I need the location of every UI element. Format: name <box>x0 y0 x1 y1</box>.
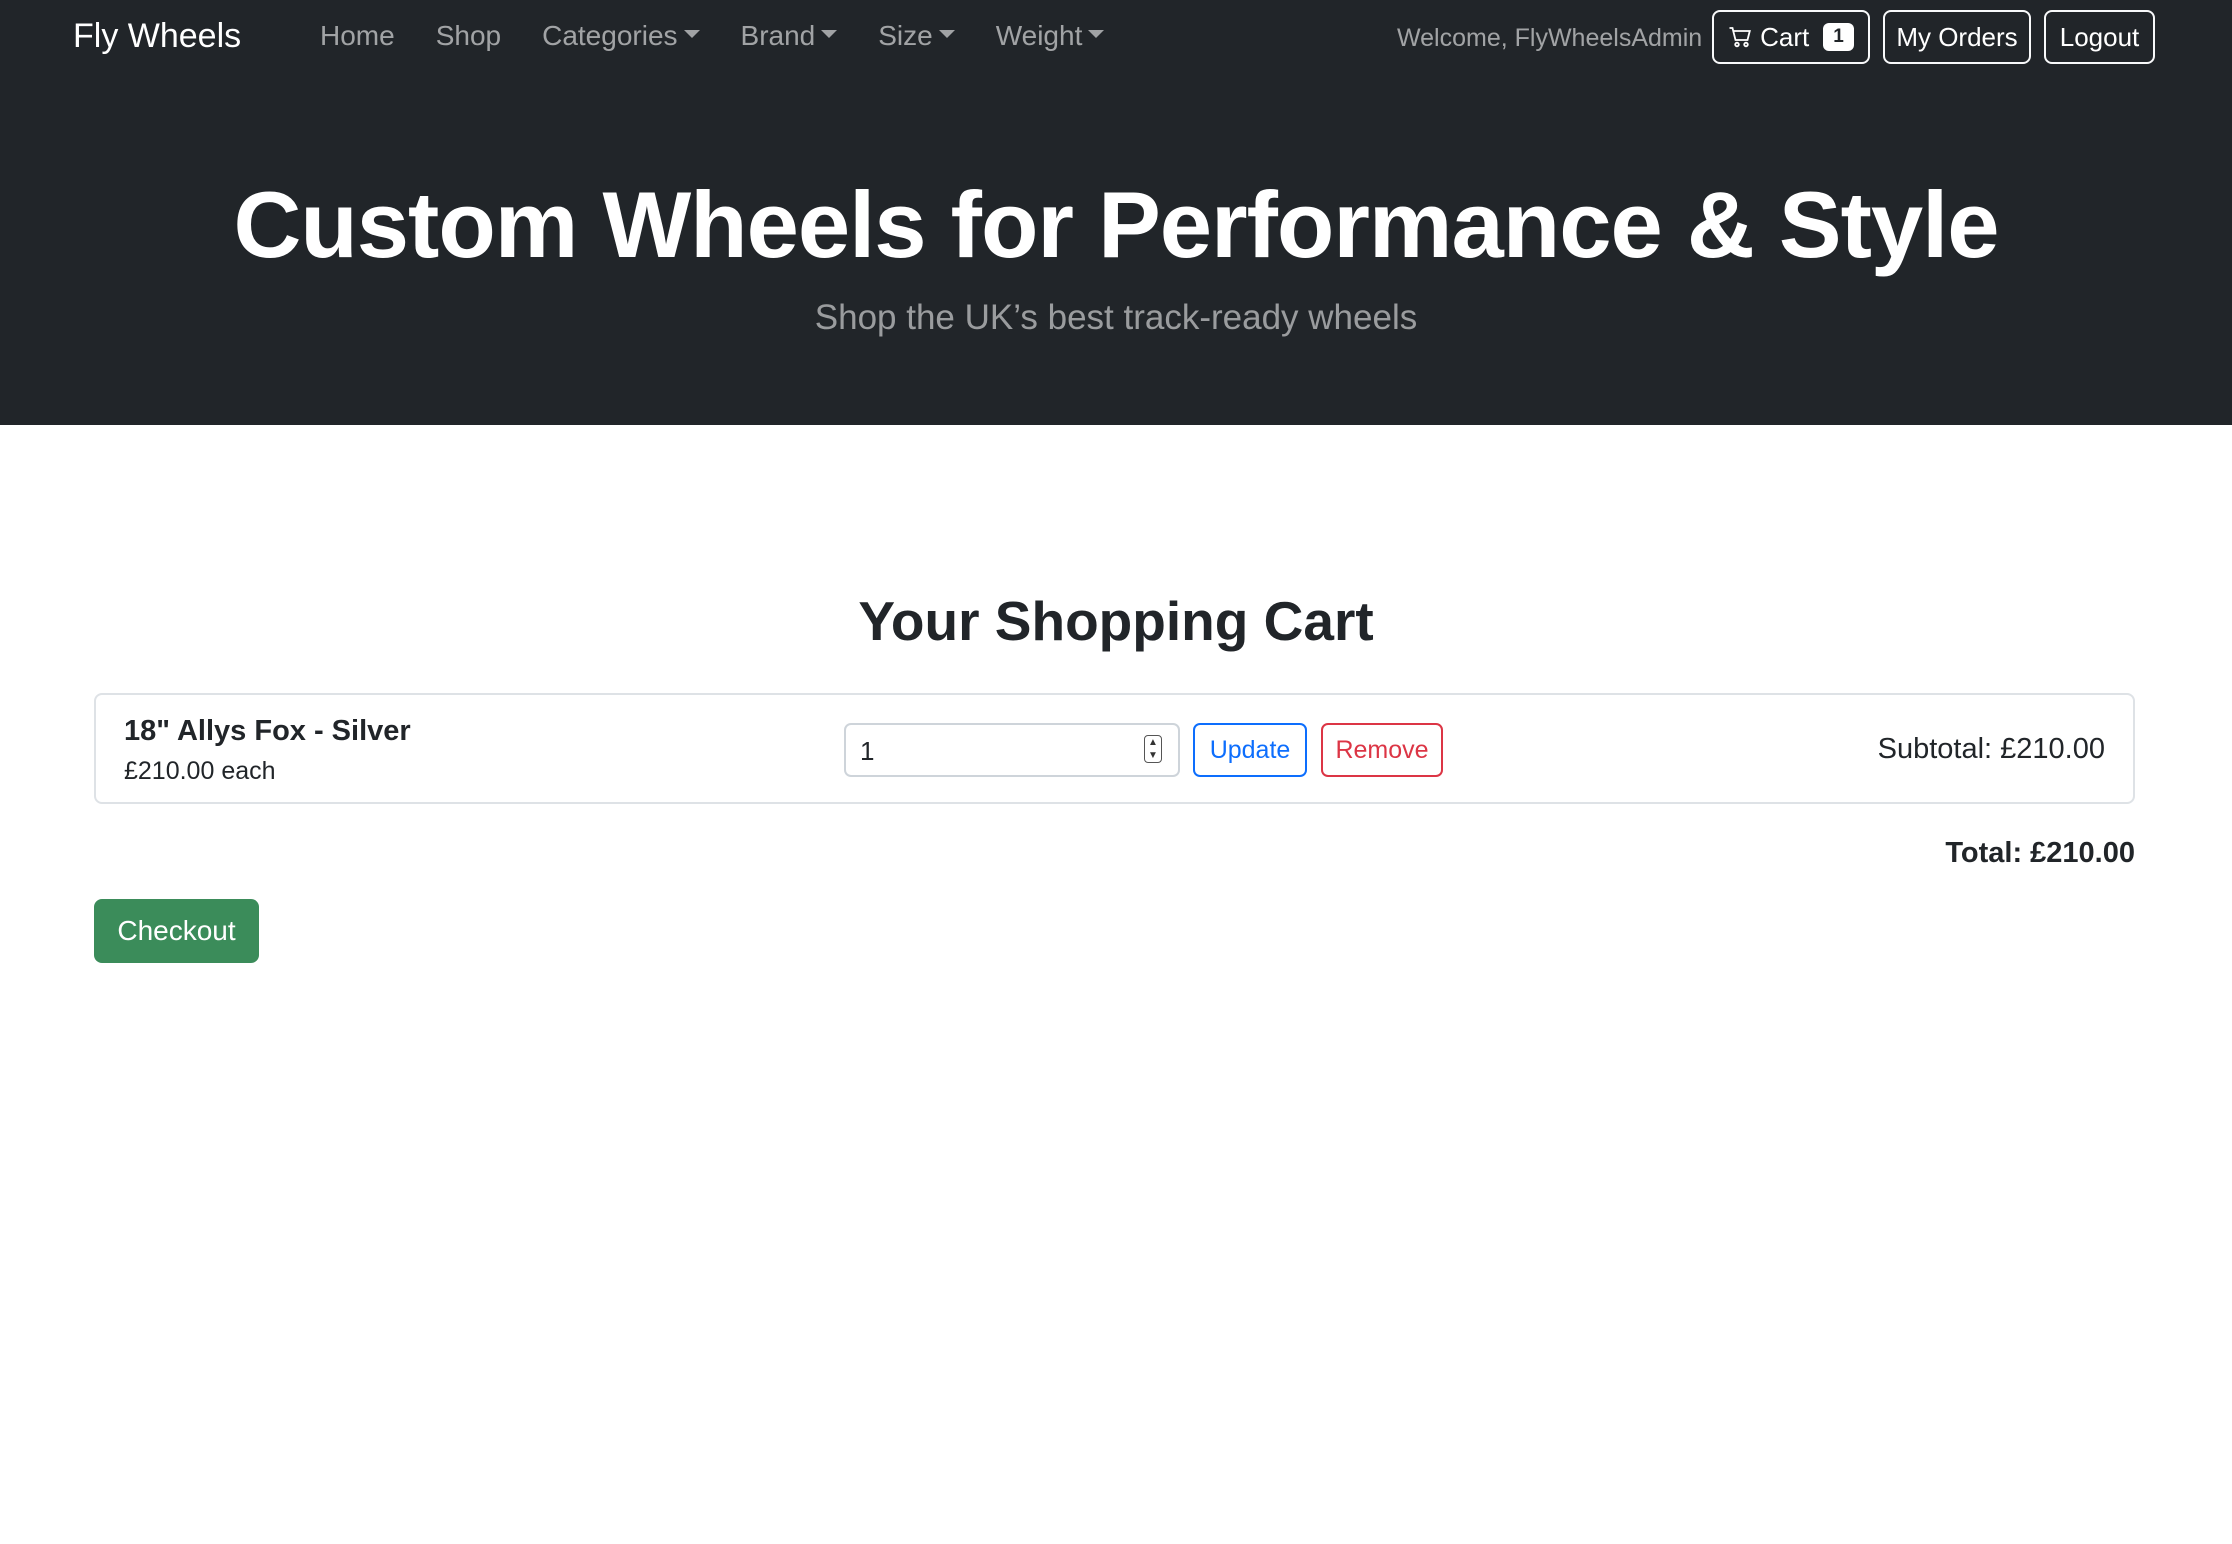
nav-link-label: Categories <box>542 20 678 51</box>
quantity-stepper[interactable]: ▲ ▼ <box>1144 735 1162 763</box>
brand-logo[interactable]: Fly Wheels <box>73 14 241 58</box>
hero-title: Custom Wheels for Performance & Style <box>233 172 1999 277</box>
logout-button[interactable]: Logout <box>2044 10 2155 64</box>
nav-link-label: Weight <box>995 20 1083 51</box>
update-button[interactable]: Update <box>1193 723 1307 777</box>
nav-dropdown-brand[interactable]: Brand <box>741 20 838 52</box>
nav-link-label: Size <box>878 20 933 51</box>
item-unit-price: £210.00 each <box>124 757 276 785</box>
item-name: 18" Allys Fox - Silver <box>124 715 411 747</box>
hero-banner: Custom Wheels for Performance & Style Sh… <box>0 74 2232 425</box>
page-title: Your Shopping Cart <box>858 590 1374 652</box>
cart-label: Cart <box>1760 21 1810 52</box>
welcome-text: Welcome, FlyWheelsAdmin <box>1397 24 1703 52</box>
chevron-up-icon[interactable]: ▲ <box>1148 737 1158 748</box>
cart-button[interactable]: Cart 1 <box>1712 10 1870 64</box>
cart-count-badge: 1 <box>1823 23 1854 51</box>
chevron-down-icon[interactable]: ▼ <box>1148 750 1158 761</box>
navbar: Fly Wheels Home Shop Categories Brand Si… <box>0 0 2232 74</box>
item-subtotal: Subtotal: £210.00 <box>1877 733 2105 765</box>
nav-link-shop[interactable]: Shop <box>436 20 501 52</box>
nav-link-label: Brand <box>740 20 816 51</box>
checkout-button[interactable]: Checkout <box>94 899 259 963</box>
cart-item-row: 18" Allys Fox - Silver £210.00 each 1 ▲ … <box>94 693 2135 804</box>
cart-total: Total: £210.00 <box>1945 837 2135 869</box>
hero-subtitle: Shop the UK’s best track-ready wheels <box>814 298 1418 337</box>
remove-button[interactable]: Remove <box>1321 723 1443 777</box>
nav-dropdown-weight[interactable]: Weight <box>996 20 1105 52</box>
quantity-input[interactable]: 1 ▲ ▼ <box>844 723 1180 777</box>
cart-icon <box>1729 27 1752 48</box>
nav-link-label: Home <box>320 20 395 51</box>
nav-link-home[interactable]: Home <box>320 20 395 52</box>
nav-dropdown-size[interactable]: Size <box>878 20 955 52</box>
quantity-value: 1 <box>860 736 875 766</box>
caret-down-icon <box>1088 30 1105 38</box>
caret-down-icon <box>821 30 838 38</box>
my-orders-button[interactable]: My Orders <box>1883 10 2031 64</box>
caret-down-icon <box>683 30 700 38</box>
nav-links: Home Shop Categories Brand Size Weight <box>320 14 1145 58</box>
caret-down-icon <box>938 30 955 38</box>
nav-link-label: Shop <box>435 20 502 51</box>
nav-dropdown-categories[interactable]: Categories <box>542 20 700 52</box>
